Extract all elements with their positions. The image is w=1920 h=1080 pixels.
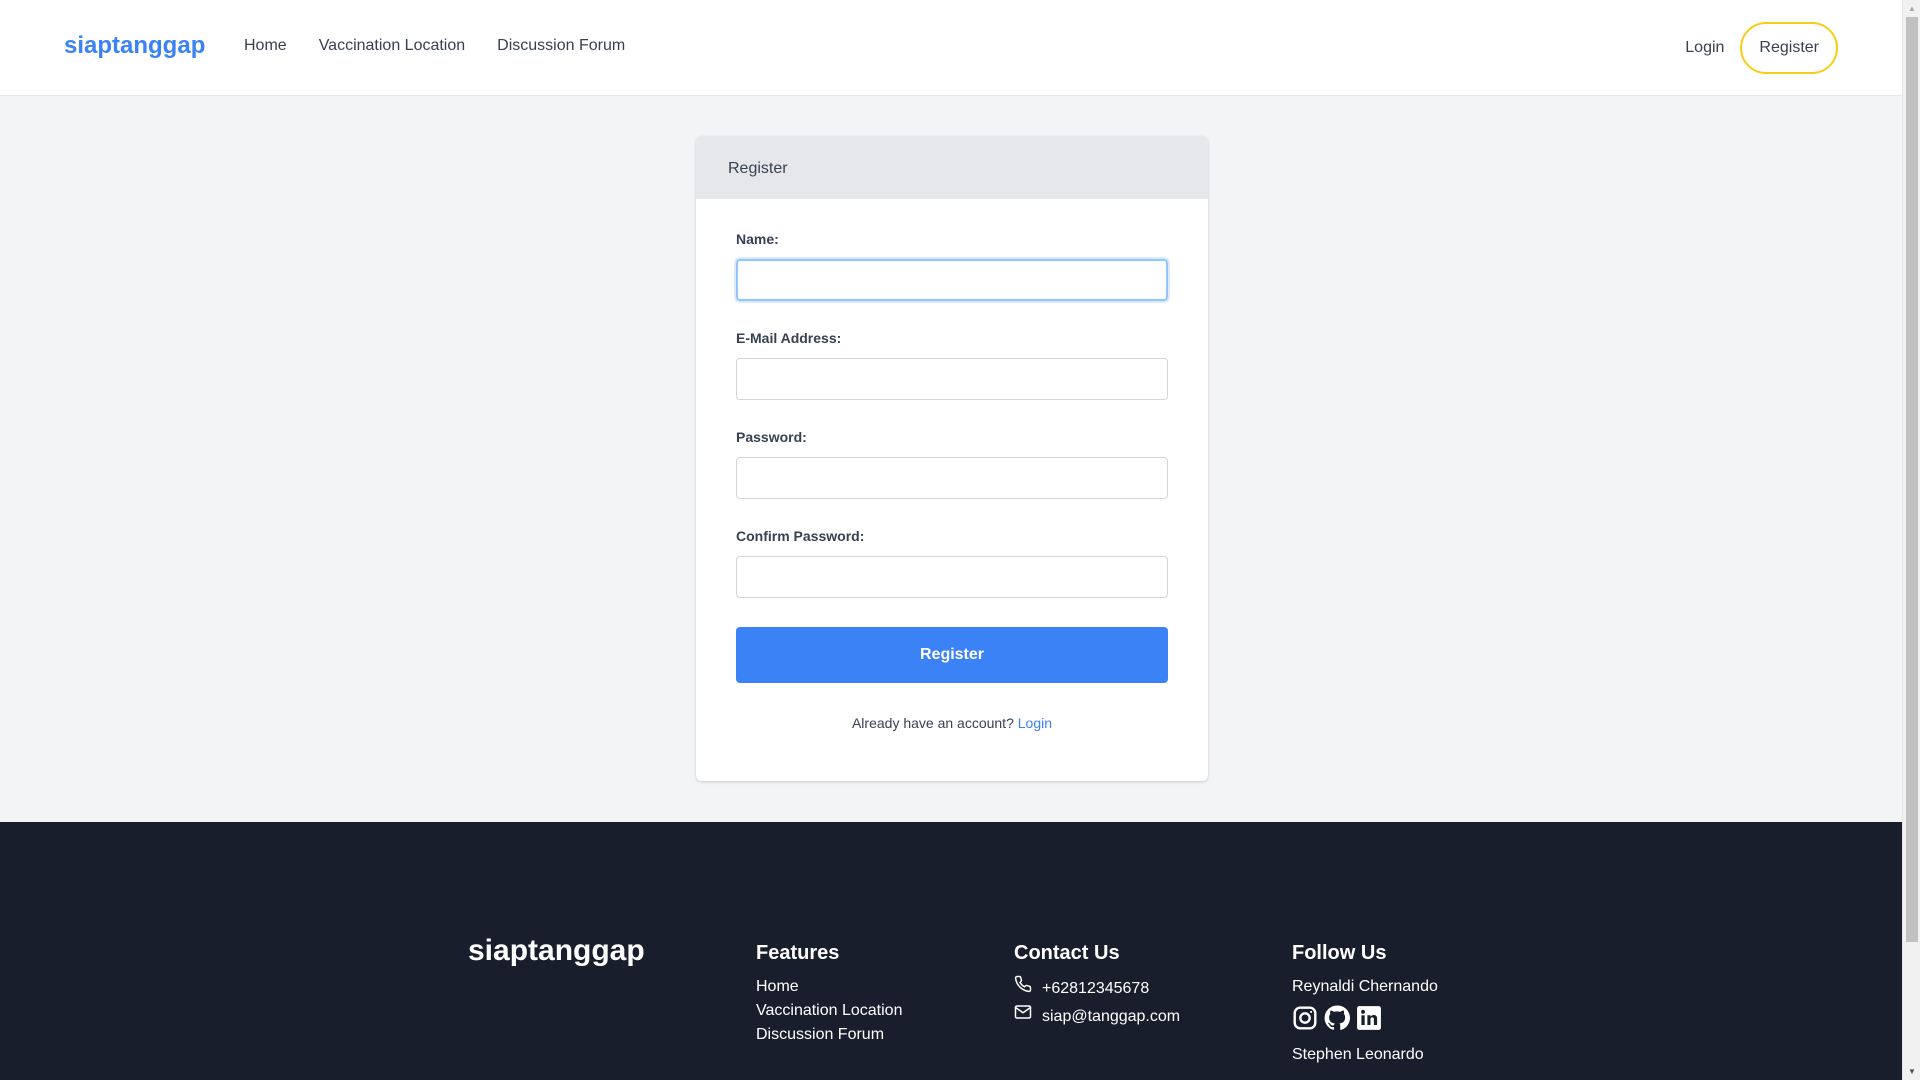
- email-input[interactable]: [736, 358, 1168, 400]
- footer-link-home[interactable]: Home: [756, 975, 902, 999]
- footer-brand: siaptanggap: [468, 934, 645, 967]
- register-form: Name: E-Mail Address: Password: Confirm …: [696, 199, 1208, 763]
- confirm-password-label: Confirm Password:: [736, 528, 865, 544]
- password-label: Password:: [736, 429, 807, 445]
- page-scrollbar[interactable]: ▲ ▼: [1902, 0, 1920, 1080]
- auth-links: Login Register: [1685, 22, 1838, 74]
- nav-vaccination-location[interactable]: Vaccination Location: [319, 37, 465, 55]
- contact-phone-row: +62812345678: [1014, 975, 1180, 1003]
- password-field-group: Password:: [736, 429, 1168, 499]
- footer-link-discussion-forum[interactable]: Discussion Forum: [756, 1023, 902, 1047]
- confirm-password-input[interactable]: [736, 556, 1168, 598]
- scrollbar-thumb[interactable]: [1906, 17, 1918, 942]
- github-icon[interactable]: [1324, 1005, 1350, 1031]
- register-card: Register Name: E-Mail Address: Password:…: [696, 136, 1208, 781]
- scroll-up-arrow-icon[interactable]: ▲: [1903, 0, 1920, 17]
- scroll-down-arrow-icon[interactable]: ▼: [1903, 1063, 1920, 1080]
- person-name: Reynaldi Chernando: [1292, 978, 1438, 995]
- login-link[interactable]: Login: [1685, 39, 1724, 57]
- person-name: Stephen Leonardo: [1292, 1046, 1424, 1063]
- mail-icon: [1014, 1003, 1032, 1031]
- contact-heading: Contact Us: [1014, 942, 1120, 964]
- linkedin-icon[interactable]: [1356, 1005, 1382, 1031]
- password-input[interactable]: [736, 457, 1168, 499]
- login-prompt: Already have an account? Login: [736, 715, 1168, 731]
- main-nav: Home Vaccination Location Discussion For…: [244, 37, 625, 55]
- name-input[interactable]: [736, 259, 1168, 301]
- nav-home[interactable]: Home: [244, 37, 287, 55]
- instagram-icon[interactable]: [1292, 1005, 1318, 1031]
- footer-follow: Follow Us Reynaldi Chernando Stephen Leo…: [1292, 942, 1438, 1067]
- login-prompt-link[interactable]: Login: [1018, 715, 1052, 731]
- site-footer: siaptanggap Features Home Vaccination Lo…: [0, 822, 1902, 1080]
- email-label: E-Mail Address:: [736, 330, 842, 346]
- features-heading: Features: [756, 942, 840, 964]
- footer-contact: Contact Us +62812345678 siap@tanggap.com: [1014, 942, 1180, 1031]
- confirm-password-field-group: Confirm Password:: [736, 528, 1168, 598]
- already-account-text: Already have an account?: [851, 715, 1014, 731]
- phone-icon: [1014, 975, 1032, 1003]
- name-field-group: Name:: [736, 231, 1168, 301]
- email-field-group: E-Mail Address:: [736, 330, 1168, 400]
- nav-discussion-forum[interactable]: Discussion Forum: [497, 37, 625, 55]
- top-navbar: siaptanggap Home Vaccination Location Di…: [0, 0, 1902, 96]
- follow-heading: Follow Us: [1292, 942, 1387, 964]
- social-links: [1292, 1005, 1438, 1031]
- footer-features: Features Home Vaccination Location Discu…: [756, 942, 902, 1047]
- register-submit-button[interactable]: Register: [736, 627, 1168, 683]
- card-title: Register: [696, 136, 1208, 199]
- name-label: Name:: [736, 231, 779, 247]
- register-nav-button[interactable]: Register: [1740, 22, 1838, 74]
- brand-logo[interactable]: siaptanggap: [64, 32, 205, 60]
- footer-link-vaccination-location[interactable]: Vaccination Location: [756, 999, 902, 1023]
- contact-email: siap@tanggap.com: [1042, 1008, 1181, 1025]
- contact-email-row: siap@tanggap.com: [1014, 1003, 1180, 1031]
- contact-phone: +62812345678: [1042, 980, 1150, 997]
